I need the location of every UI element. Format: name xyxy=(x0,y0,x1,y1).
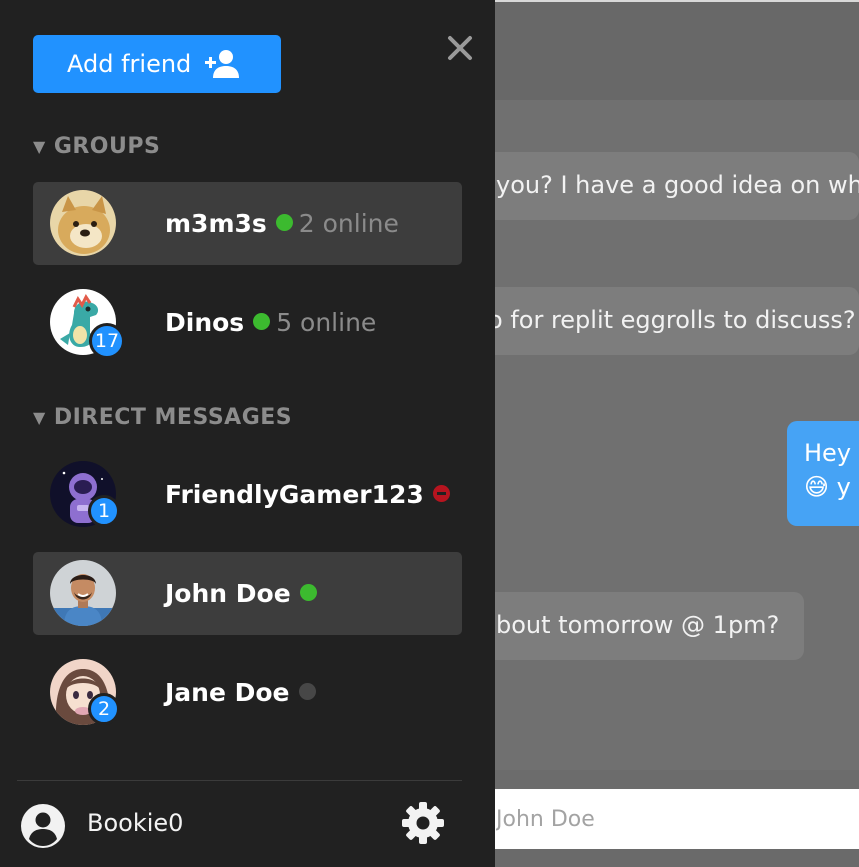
message-text: bout tomorrow @ 1pm? xyxy=(496,611,780,639)
collapse-triangle-icon: ▼ xyxy=(33,408,46,427)
dm-section-toggle[interactable]: ▼ DIRECT MESSAGES xyxy=(33,405,292,430)
message-text: o for replit eggrolls to discuss? xyxy=(488,306,856,334)
dm-item-jane-doe[interactable]: 2 Jane Doe xyxy=(33,651,462,734)
group-avatar-doge xyxy=(50,190,116,256)
online-status-dot xyxy=(299,583,317,601)
groups-heading: GROUPS xyxy=(53,134,161,159)
collapse-triangle-icon: ▼ xyxy=(33,137,46,156)
contact-name: Jane Doe xyxy=(165,678,290,707)
dm-item-john-doe[interactable]: John Doe xyxy=(33,552,462,635)
user-avatar-photo xyxy=(50,560,116,626)
group-name: Dinos xyxy=(165,308,245,337)
add-friend-label: Add friend xyxy=(67,50,192,78)
message-text: you? I have a good idea on wh xyxy=(496,171,859,199)
message-text: 😅 y xyxy=(804,473,851,501)
dm-item-friendlygamer123[interactable]: 1 FriendlyGamer123 xyxy=(33,453,462,536)
do-not-disturb-status-icon xyxy=(432,484,450,502)
add-friend-button[interactable]: Add friend xyxy=(33,35,281,93)
close-icon xyxy=(448,36,472,60)
online-count: 5 online xyxy=(276,308,377,337)
unread-badge: 2 xyxy=(88,693,120,725)
group-item-dinos[interactable]: 17 Dinos 5 online xyxy=(33,281,462,364)
online-status-dot xyxy=(253,312,271,330)
contact-name: John Doe xyxy=(165,579,291,608)
online-status-dot xyxy=(275,213,293,231)
settings-button[interactable] xyxy=(399,799,447,847)
online-count: 2 online xyxy=(298,209,399,238)
message-text: Hey xyxy=(804,439,852,467)
gear-icon xyxy=(402,802,444,844)
dm-heading: DIRECT MESSAGES xyxy=(53,405,293,430)
account-icon[interactable] xyxy=(20,803,66,849)
groups-section-toggle[interactable]: ▼ GROUPS xyxy=(33,134,160,159)
group-name: m3m3s xyxy=(165,209,267,238)
friends-drawer: Add friend ▼ GROUPS m3m3s 2 online 17 Di… xyxy=(0,0,495,867)
message-bubble-own: Hey 😅 y xyxy=(787,421,859,526)
group-item-m3m3s[interactable]: m3m3s 2 online xyxy=(33,182,462,265)
close-drawer-button[interactable] xyxy=(440,28,480,68)
divider xyxy=(17,780,462,781)
contact-name: FriendlyGamer123 xyxy=(165,480,424,509)
current-username: Bookie0 xyxy=(87,809,184,837)
add-user-icon xyxy=(205,49,240,79)
unread-badge: 1 xyxy=(88,495,120,527)
offline-status-dot xyxy=(298,682,316,700)
unread-badge: 17 xyxy=(89,323,125,359)
